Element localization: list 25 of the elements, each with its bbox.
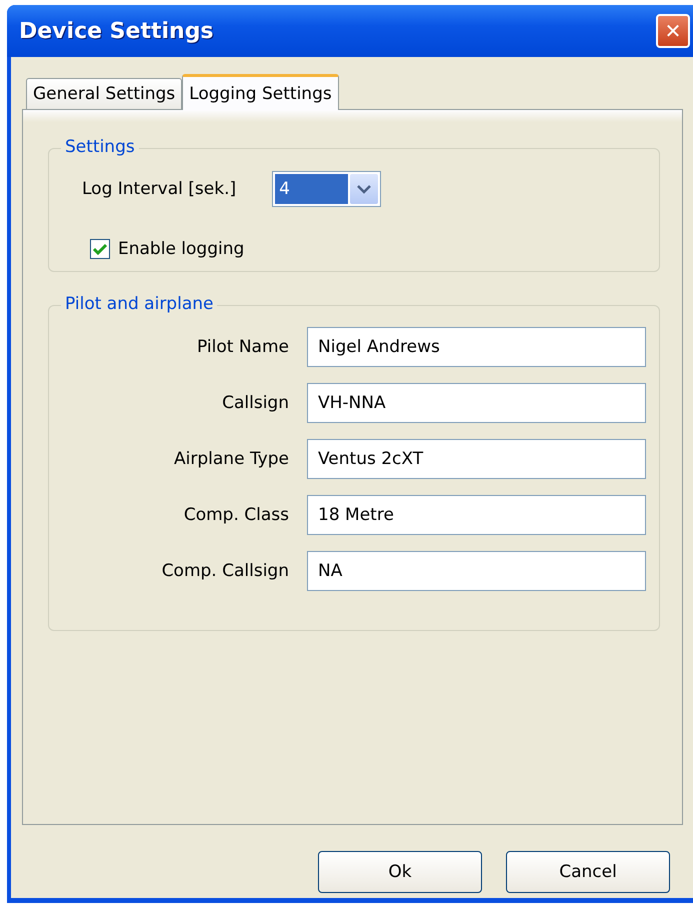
dropdown-value: 4: [275, 174, 348, 204]
checkbox-label: Enable logging: [118, 239, 244, 259]
interval-dropdown[interactable]: 4: [272, 171, 382, 207]
field-label: Comp. Callsign: [160, 561, 290, 581]
group-title: Settings: [61, 137, 139, 157]
field-label: Log Interval [sek.]: [82, 179, 236, 199]
input-field[interactable]: NA: [307, 551, 646, 591]
input-field[interactable]: Nigel Andrews: [307, 327, 646, 367]
input-field[interactable]: Ventus 2cXT: [307, 439, 646, 479]
group-title: Pilot and airplane: [61, 294, 218, 314]
input-field[interactable]: 18 Metre: [307, 495, 646, 535]
field-label: Comp. Class: [182, 505, 290, 525]
field-label: Airplane Type: [173, 449, 290, 469]
dialog-button[interactable]: Cancel: [506, 851, 670, 893]
close-button[interactable]: ✕: [656, 14, 690, 48]
checkmark-icon: [93, 243, 107, 255]
tab[interactable]: General Settings: [26, 78, 182, 110]
field-label: Pilot Name: [196, 337, 290, 357]
window-title: Device Settings: [19, 18, 214, 44]
input-field[interactable]: VH-NNA: [307, 383, 646, 423]
tab[interactable]: Logging Settings: [182, 74, 339, 110]
chevron-down-icon: [350, 174, 378, 204]
dialog-button[interactable]: Ok: [318, 851, 482, 893]
field-label: Callsign: [221, 393, 290, 413]
checkbox[interactable]: [90, 239, 110, 259]
